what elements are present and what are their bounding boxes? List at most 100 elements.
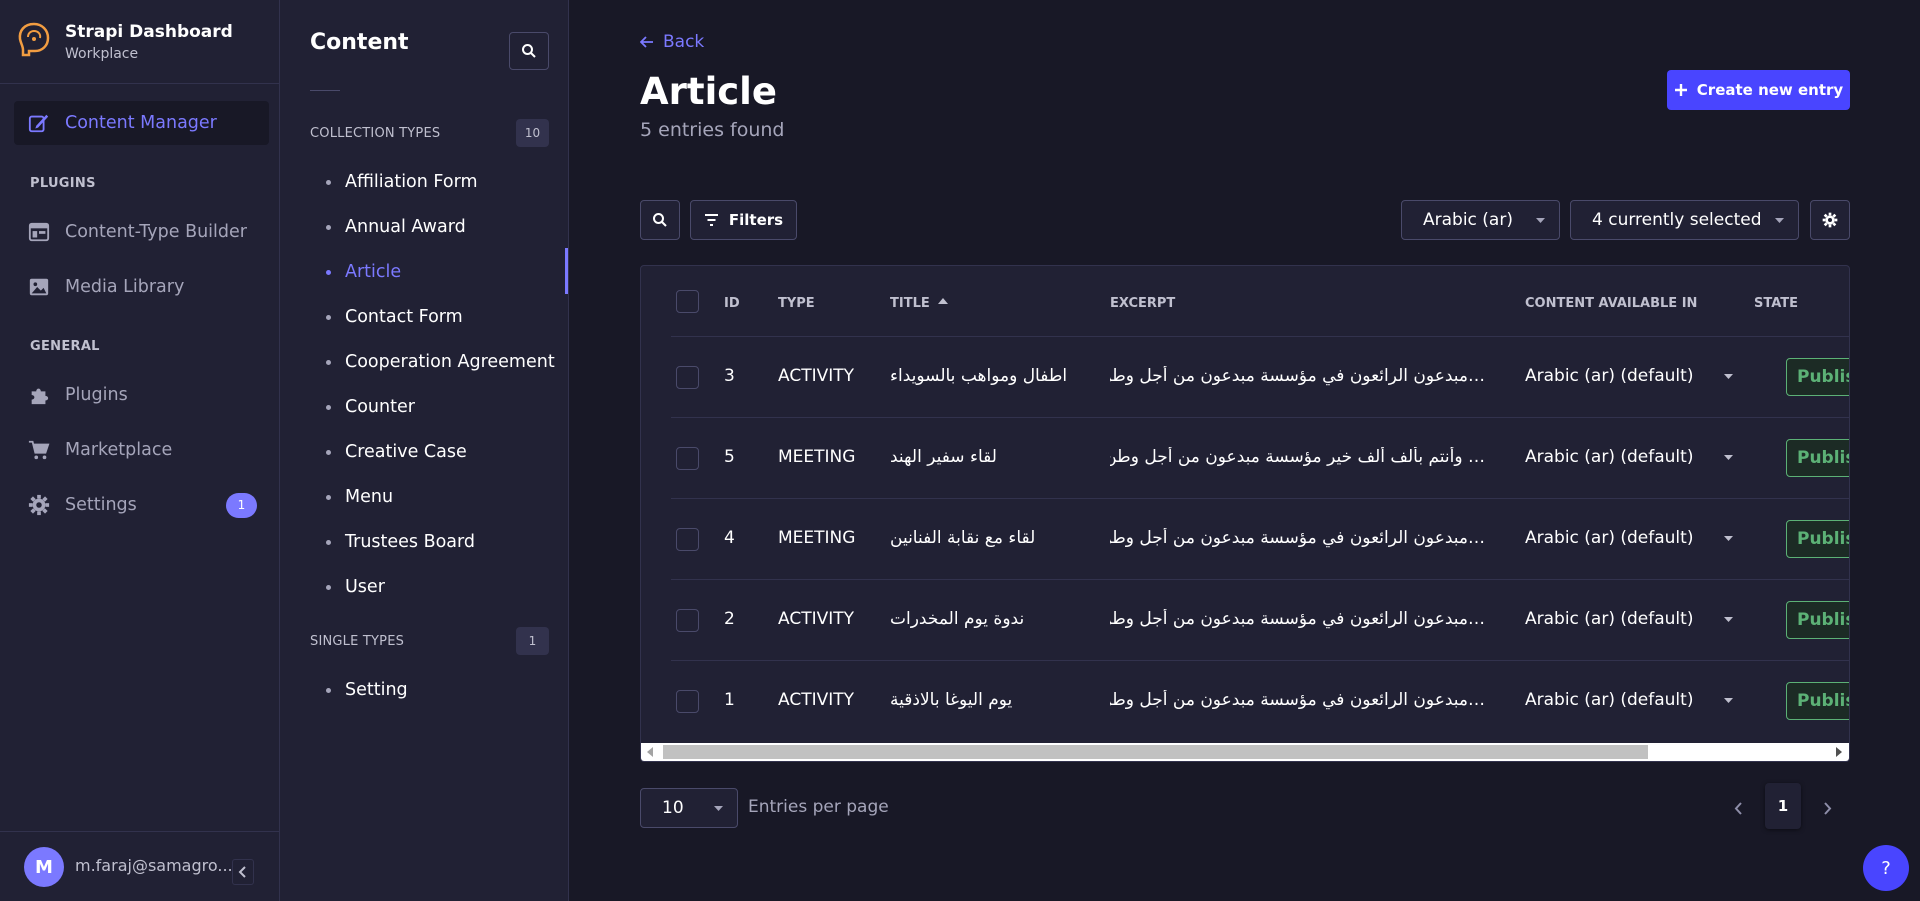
- create-new-entry-button[interactable]: Create new entry: [1667, 70, 1850, 110]
- arrow-left-icon: [640, 36, 653, 48]
- cell-excerpt: …مبدعون الرائعون في مؤسسة مبدعون من أجل …: [1110, 366, 1485, 386]
- subnav-item-user[interactable]: User: [310, 569, 568, 605]
- table-row[interactable]: 1 ACTIVITY يوم اليوغا بالاذقية …مبدعون ا…: [671, 660, 1849, 741]
- entries-per-page-select[interactable]: 10: [640, 788, 738, 828]
- nav-marketplace[interactable]: Marketplace: [14, 428, 269, 472]
- row-checkbox[interactable]: [676, 447, 699, 470]
- per-page-value: 10: [662, 798, 684, 818]
- nav-plugins[interactable]: Plugins: [14, 373, 269, 417]
- caret-down-icon: [1775, 218, 1784, 223]
- view-settings-button[interactable]: [1810, 200, 1850, 240]
- table-row[interactable]: 2 ACTIVITY ندوة يوم المخدرات …مبدعون الر…: [671, 579, 1849, 660]
- bullet: [326, 404, 331, 410]
- cell-id: 2: [724, 609, 735, 629]
- nav-label: Content Manager: [65, 113, 217, 133]
- nav-content-type-builder[interactable]: Content-Type Builder: [14, 210, 269, 254]
- horizontal-scrollbar[interactable]: [641, 743, 1849, 761]
- user-email[interactable]: m.faraj@samagro...: [75, 856, 233, 875]
- caret-down-icon[interactable]: [1724, 617, 1733, 623]
- bullet: [326, 449, 331, 455]
- subnav-item-counter[interactable]: Counter: [310, 389, 568, 425]
- cell-content-available[interactable]: Arabic (ar) (default): [1525, 447, 1693, 467]
- column-header-excerpt[interactable]: EXCERPT: [1110, 296, 1175, 311]
- subnav-item-label: Menu: [345, 487, 394, 507]
- nav-label: Marketplace: [65, 440, 173, 460]
- subnav-item-affiliation-form[interactable]: Affiliation Form: [310, 164, 568, 200]
- filter-icon: [704, 214, 718, 226]
- search-icon: [522, 44, 536, 58]
- settings-badge: 1: [226, 492, 257, 518]
- caret-down-icon[interactable]: [1724, 455, 1733, 461]
- bullet: [326, 224, 331, 230]
- previous-page-button[interactable]: [1726, 796, 1750, 820]
- subnav-item-article[interactable]: Article: [310, 254, 568, 290]
- search-button[interactable]: [640, 200, 680, 240]
- column-header-id[interactable]: ID: [724, 296, 740, 311]
- subnav-item-trustees-board[interactable]: Trustees Board: [310, 524, 568, 560]
- subnav-item-setting[interactable]: Setting: [310, 672, 568, 708]
- sort-ascending-icon[interactable]: [938, 298, 948, 304]
- status-badge: Published: [1786, 601, 1849, 639]
- plus-icon: [1674, 84, 1687, 96]
- row-checkbox[interactable]: [676, 690, 699, 713]
- table-row[interactable]: 4 MEETING لقاء مع نقابة الفنانين …مبدعون…: [671, 498, 1849, 579]
- table-row[interactable]: 5 MEETING لقاء سفير الهند … وأنتم بألف أ…: [671, 417, 1849, 498]
- nav-media-library[interactable]: Media Library: [14, 265, 269, 309]
- caret-down-icon: [714, 806, 723, 811]
- status-badge: Published: [1786, 439, 1849, 477]
- cell-content-available[interactable]: Arabic (ar) (default): [1525, 366, 1693, 386]
- cell-id: 5: [724, 447, 735, 467]
- column-header-content-available: CONTENT AVAILABLE IN: [1525, 296, 1698, 311]
- cell-content-available[interactable]: Arabic (ar) (default): [1525, 528, 1693, 548]
- shopping-cart-icon: [28, 440, 50, 460]
- subnav-item-cooperation-agreement[interactable]: Cooperation Agreement: [310, 344, 568, 380]
- bullet: [326, 539, 331, 545]
- cell-content-available[interactable]: Arabic (ar) (default): [1525, 609, 1693, 629]
- column-header-title[interactable]: TITLE: [890, 296, 930, 311]
- nav-label: Media Library: [65, 277, 185, 297]
- table-row[interactable]: 3 ACTIVITY اطفال ومواهب بالسويداء …مبدعو…: [671, 336, 1849, 417]
- row-checkbox[interactable]: [676, 528, 699, 551]
- cell-content-available[interactable]: Arabic (ar) (default): [1525, 690, 1693, 710]
- search-icon: [653, 213, 667, 227]
- subnav-item-contact-form[interactable]: Contact Form: [310, 299, 568, 335]
- subnav-item-label: Contact Form: [345, 307, 463, 327]
- row-checkbox[interactable]: [676, 366, 699, 389]
- caret-down-icon[interactable]: [1724, 374, 1733, 380]
- bullet: [326, 359, 331, 365]
- plugins-section-label: PLUGINS: [30, 176, 96, 191]
- columns-select[interactable]: 4 currently selected: [1570, 200, 1799, 240]
- filters-button[interactable]: Filters: [690, 200, 797, 240]
- scrollbar-thumb[interactable]: [663, 745, 1648, 759]
- cell-title: لقاء مع نقابة الفنانين: [890, 528, 1036, 548]
- column-header-state: STATE: [1754, 296, 1799, 311]
- next-page-button[interactable]: [1816, 796, 1840, 820]
- strapi-logo-icon: [18, 22, 50, 57]
- subnav-search-button[interactable]: [509, 32, 549, 70]
- back-link[interactable]: Back: [640, 32, 704, 52]
- help-button[interactable]: ?: [1863, 845, 1909, 891]
- column-header-type[interactable]: TYPE: [778, 296, 815, 311]
- scroll-right-icon[interactable]: [1836, 747, 1842, 757]
- nav-content-manager[interactable]: Content Manager: [14, 101, 269, 145]
- collapse-nav-button[interactable]: [232, 859, 254, 885]
- caret-down-icon[interactable]: [1724, 698, 1733, 704]
- nav-label: Settings: [65, 495, 137, 515]
- locale-select[interactable]: Arabic (ar): [1401, 200, 1560, 240]
- nav-settings[interactable]: Settings 1: [14, 483, 269, 527]
- caret-down-icon[interactable]: [1724, 536, 1733, 542]
- general-section-label: GENERAL: [30, 339, 100, 354]
- avatar[interactable]: M: [24, 847, 64, 887]
- cell-id: 3: [724, 366, 735, 386]
- subnav-item-annual-award[interactable]: Annual Award: [310, 209, 568, 245]
- subnav-item-creative-case[interactable]: Creative Case: [310, 434, 568, 470]
- nav-label: Content-Type Builder: [65, 222, 247, 242]
- subnav-item-label: Counter: [345, 397, 415, 417]
- row-checkbox[interactable]: [676, 609, 699, 632]
- scroll-left-icon[interactable]: [647, 747, 653, 757]
- cell-title: لقاء سفير الهند: [890, 447, 997, 467]
- select-all-checkbox[interactable]: [676, 290, 699, 313]
- page-number-current[interactable]: 1: [1765, 783, 1801, 829]
- create-button-label: Create new entry: [1696, 81, 1844, 99]
- subnav-item-menu[interactable]: Menu: [310, 479, 568, 515]
